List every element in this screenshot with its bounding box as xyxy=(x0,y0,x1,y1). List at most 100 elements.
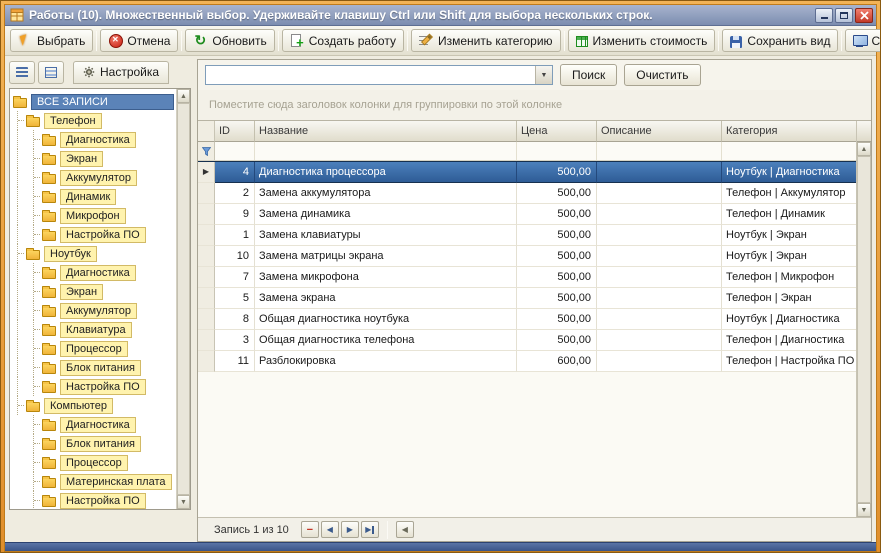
cell-id: 3 xyxy=(215,330,255,351)
prev-record-button[interactable]: ◀ xyxy=(320,521,339,538)
tree-connector xyxy=(34,158,40,159)
filter-row-indicator xyxy=(198,142,215,160)
scroll-down-icon[interactable]: ▼ xyxy=(177,495,190,509)
table-row[interactable]: 7 Замена микрофона 500,00 Телефон | Микр… xyxy=(198,267,856,288)
tree-scrollbar[interactable]: ▲ ▼ xyxy=(176,89,190,509)
column-header-description[interactable]: Описание xyxy=(597,121,722,142)
table-row[interactable]: 2 Замена аккумулятора 500,00 Телефон | А… xyxy=(198,183,856,204)
tree-item[interactable]: Настройка ПО xyxy=(10,225,176,244)
toolbar-separator xyxy=(841,30,843,51)
table-row[interactable]: 10 Замена матрицы экрана 500,00 Ноутбук … xyxy=(198,246,856,267)
view-toolbar: Настройка xyxy=(9,59,191,85)
create-work-button[interactable]: Создать работу xyxy=(281,29,404,52)
folder-icon xyxy=(26,247,40,260)
screenshot-button[interactable]: Скриншот ▼ xyxy=(845,29,880,52)
tree-item[interactable]: Материнская плата xyxy=(10,472,176,491)
column-header-price[interactable]: Цена xyxy=(517,121,597,142)
refresh-button[interactable]: ↻ Обновить xyxy=(185,29,275,52)
tree-item[interactable]: Диагностика xyxy=(10,263,176,282)
table-row[interactable]: ▶ 4 Диагностика процессора 500,00 Ноутбу… xyxy=(198,161,856,183)
folder-icon xyxy=(42,190,56,203)
tree-item-label: Настройка ПО xyxy=(60,226,146,243)
maximize-button[interactable] xyxy=(835,7,853,23)
cell-id: 5 xyxy=(215,288,255,309)
view-list-button[interactable] xyxy=(9,60,35,84)
grid-scroll-thumb[interactable] xyxy=(857,156,871,503)
cell-name: Замена динамика xyxy=(255,204,517,225)
column-header-name[interactable]: Название xyxy=(255,121,517,142)
view-table-button[interactable] xyxy=(38,60,64,84)
scroll-down-icon[interactable]: ▼ xyxy=(857,503,871,517)
cell-id: 1 xyxy=(215,225,255,246)
tree-item-label: Экран xyxy=(60,150,104,167)
group-by-panel[interactable]: Поместите сюда заголовок колонки для гру… xyxy=(198,90,871,120)
tree-item[interactable]: Динамик xyxy=(10,187,176,206)
change-price-button[interactable]: Изменить стоимость xyxy=(567,29,716,52)
toolbar-separator xyxy=(718,30,720,51)
gear-icon xyxy=(83,66,95,78)
tree-item[interactable]: Телефон xyxy=(10,111,176,130)
scroll-up-icon[interactable]: ▲ xyxy=(857,142,871,156)
scroll-up-icon[interactable]: ▲ xyxy=(177,89,190,103)
tree-item-label: Микрофон xyxy=(60,207,126,224)
tree-item[interactable]: Аккумулятор xyxy=(10,301,176,320)
cell-name: Общая диагностика телефона xyxy=(255,330,517,351)
button-label: Изменить категорию xyxy=(437,33,553,48)
combo-dropdown-button[interactable]: ▼ xyxy=(535,66,552,84)
grid-vertical-scrollbar[interactable]: ▲ ▼ xyxy=(856,121,871,517)
tree-item[interactable]: Клавиатура xyxy=(10,320,176,339)
tree-scroll-thumb[interactable] xyxy=(177,103,190,495)
settings-button[interactable]: Настройка xyxy=(73,60,170,84)
table-row[interactable]: 8 Общая диагностика ноутбука 500,00 Ноут… xyxy=(198,309,856,330)
clear-button[interactable]: Очистить xyxy=(624,64,701,86)
table-row[interactable]: 9 Замена динамика 500,00 Телефон | Динам… xyxy=(198,204,856,225)
tree-item-label: Блок питания xyxy=(60,435,141,452)
tree-item[interactable]: Блок питания xyxy=(10,358,176,377)
hscroll-left-button[interactable]: ◀ xyxy=(395,521,414,538)
cancel-button[interactable]: Отмена xyxy=(100,29,179,52)
filter-cell-category[interactable] xyxy=(722,142,856,160)
tree-item[interactable]: Аккумулятор xyxy=(10,168,176,187)
table-row[interactable]: 11 Разблокировка 600,00 Телефон | Настро… xyxy=(198,351,856,372)
minimize-button[interactable] xyxy=(815,7,833,23)
cell-price: 500,00 xyxy=(517,204,597,225)
tree-item[interactable]: Блок питания xyxy=(10,434,176,453)
tree-item[interactable]: Экран xyxy=(10,282,176,301)
cell-id: 4 xyxy=(215,162,255,183)
save-view-button[interactable]: Сохранить вид xyxy=(722,29,839,52)
search-input[interactable] xyxy=(206,66,535,84)
folder-icon xyxy=(42,418,56,431)
cell-category: Ноутбук | Экран xyxy=(722,246,856,267)
filter-cell-name[interactable] xyxy=(255,142,517,160)
table-row[interactable]: 1 Замена клавиатуры 500,00 Ноутбук | Экр… xyxy=(198,225,856,246)
table-row[interactable]: 5 Замена экрана 500,00 Телефон | Экран xyxy=(198,288,856,309)
tree-item[interactable]: ВСЕ ЗАПИСИ xyxy=(10,92,176,111)
table-row[interactable]: 3 Общая диагностика телефона 500,00 Теле… xyxy=(198,330,856,351)
tree-item[interactable]: Компьютер xyxy=(10,396,176,415)
last-record-button[interactable]: ▶ xyxy=(360,521,379,538)
close-button[interactable] xyxy=(855,7,873,23)
tree-item-label: Диагностика xyxy=(60,131,136,148)
search-button[interactable]: Поиск xyxy=(560,64,618,86)
select-work-button[interactable]: Выбрать xyxy=(10,29,94,52)
delete-record-button[interactable]: − xyxy=(300,521,319,538)
change-category-button[interactable]: Изменить категорию xyxy=(410,29,561,52)
next-record-button[interactable]: ▶ xyxy=(340,521,359,538)
tree-item[interactable]: Ноутбук xyxy=(10,244,176,263)
tree-item[interactable]: Процессор xyxy=(10,339,176,358)
cell-id: 7 xyxy=(215,267,255,288)
tree-item[interactable]: Диагностика xyxy=(10,415,176,434)
filter-cell-id[interactable] xyxy=(215,142,255,160)
tree-item[interactable]: Процессор xyxy=(10,453,176,472)
column-header-id[interactable]: ID xyxy=(215,121,255,142)
cell-description xyxy=(597,288,722,309)
filter-cell-price[interactable] xyxy=(517,142,597,160)
column-header-category[interactable]: Категория xyxy=(722,121,856,142)
tree-item[interactable]: Микрофон xyxy=(10,206,176,225)
tree-item[interactable]: Диагностика xyxy=(10,130,176,149)
cell-category: Телефон | Экран xyxy=(722,288,856,309)
tree-item[interactable]: Настройка ПО xyxy=(10,491,176,509)
filter-cell-description[interactable] xyxy=(597,142,722,160)
tree-item[interactable]: Настройка ПО xyxy=(10,377,176,396)
tree-item[interactable]: Экран xyxy=(10,149,176,168)
